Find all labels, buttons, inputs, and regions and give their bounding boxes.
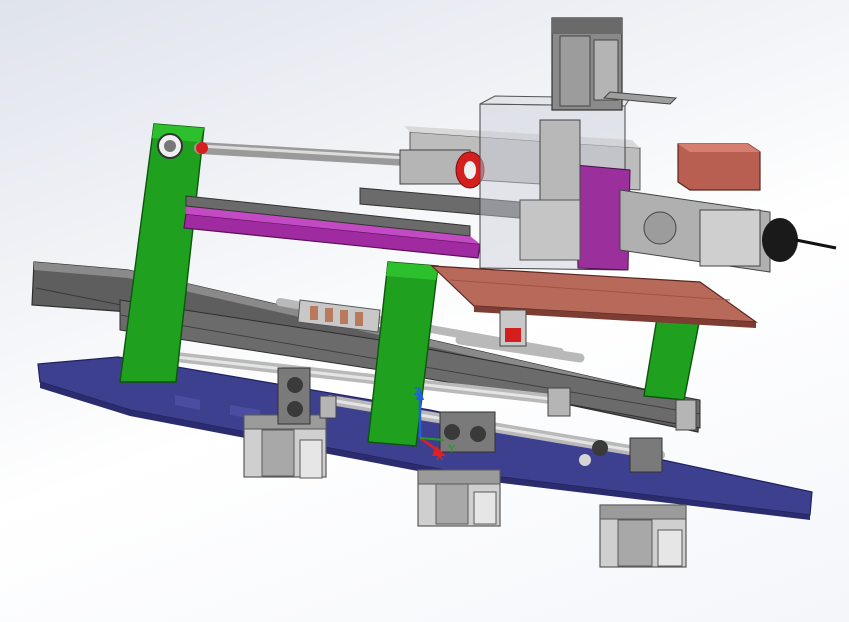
copper-build-plate[interactable]: [430, 265, 759, 328]
lower-stepper-motor-right[interactable]: [599, 504, 687, 568]
frame-column-left[interactable]: [119, 123, 205, 383]
triad-y-label: Y: [448, 443, 456, 455]
y-axis-drive-motor[interactable]: [619, 189, 837, 273]
triad-x-label: X: [436, 451, 444, 463]
lower-stepper-motor-middle[interactable]: [417, 469, 501, 527]
print-head[interactable]: [499, 309, 527, 347]
frame-column-right[interactable]: [643, 311, 701, 401]
copper-housing[interactable]: [677, 143, 761, 191]
triad-z-label: Z: [414, 386, 421, 398]
cad-model-view[interactable]: Z X Y: [0, 0, 849, 622]
z-axis-stepper-motor[interactable]: [551, 17, 678, 111]
pneumatic-cylinder[interactable]: [399, 149, 485, 189]
cad-viewport[interactable]: Z X Y: [0, 0, 849, 622]
